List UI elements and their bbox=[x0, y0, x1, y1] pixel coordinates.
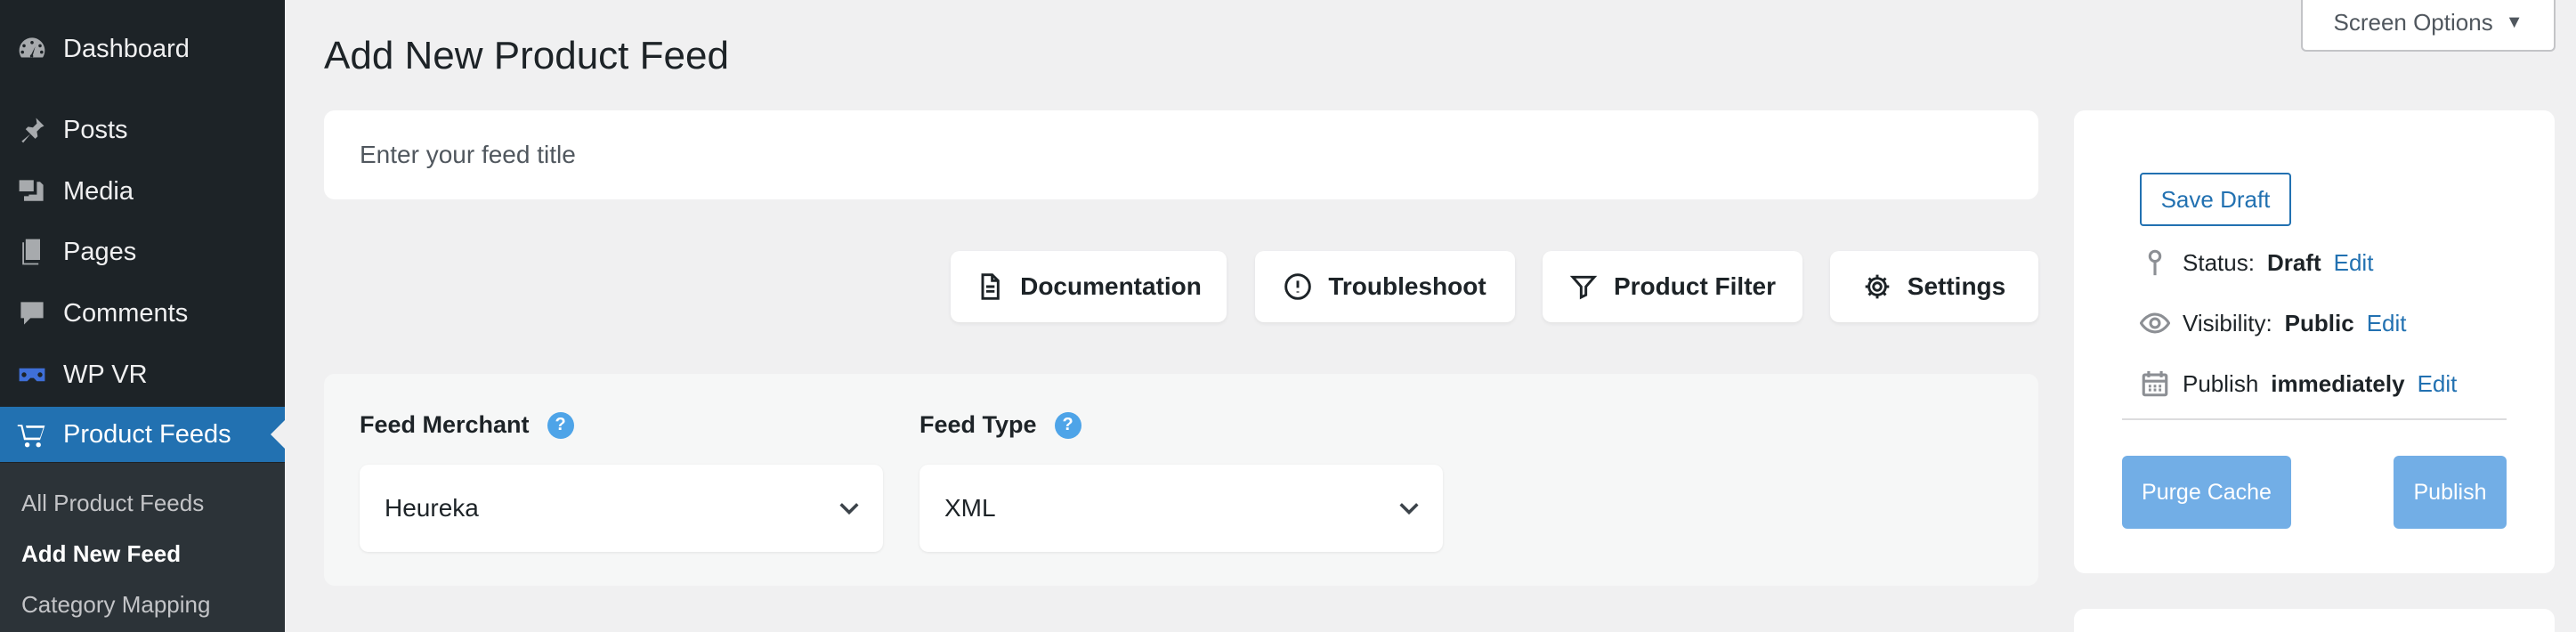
feed-merchant-value: Heureka bbox=[385, 494, 479, 522]
sidebar-item-label: Product Feeds bbox=[63, 419, 231, 449]
secondary-meta-box bbox=[2074, 609, 2555, 632]
calendar-icon bbox=[2142, 370, 2168, 397]
help-icon[interactable]: ? bbox=[547, 411, 574, 439]
pages-icon bbox=[13, 233, 51, 271]
sidebar-item-pages[interactable]: Pages bbox=[0, 224, 285, 280]
visibility-row: Visibility: Public Edit bbox=[2140, 308, 2407, 338]
sidebar-item-media[interactable]: Media bbox=[0, 164, 285, 219]
pin-icon bbox=[13, 111, 51, 149]
edit-status-link[interactable]: Edit bbox=[2334, 249, 2374, 277]
documentation-button[interactable]: Documentation bbox=[951, 251, 1227, 322]
pin-icon bbox=[2148, 249, 2162, 276]
admin-sidebar: Dashboard Posts Media Pages Comments WP … bbox=[0, 0, 285, 632]
feed-type-label-text: Feed Type bbox=[919, 411, 1037, 438]
documentation-label: Documentation bbox=[1020, 272, 1202, 300]
sidebar-item-product-feeds[interactable]: Product Feeds bbox=[0, 407, 285, 462]
settings-button[interactable]: Settings bbox=[1830, 251, 2038, 322]
troubleshoot-label: Troubleshoot bbox=[1328, 272, 1486, 300]
eye-icon bbox=[2140, 312, 2170, 334]
screen-options-label: Screen Options bbox=[2333, 8, 2493, 36]
submenu-all-product-feeds[interactable]: All Product Feeds bbox=[21, 490, 204, 517]
feed-type-label: Feed Type ? bbox=[919, 411, 1081, 439]
sidebar-item-label: Comments bbox=[63, 298, 189, 328]
status-value: Draft bbox=[2266, 248, 2321, 276]
sidebar-item-comments[interactable]: Comments bbox=[0, 286, 285, 341]
feed-merchant-label: Feed Merchant ? bbox=[360, 411, 574, 439]
gear-icon bbox=[1865, 274, 1890, 299]
alert-circle-icon bbox=[1284, 273, 1312, 300]
page-title: Add New Product Feed bbox=[324, 34, 729, 77]
status-row: Status: Draft Edit bbox=[2140, 247, 2373, 278]
sidebar-item-label: Posts bbox=[63, 115, 128, 144]
sidebar-submenu: All Product Feeds Add New Feed Category … bbox=[0, 463, 285, 632]
settings-label: Settings bbox=[1907, 272, 2006, 300]
product-filter-label: Product Filter bbox=[1613, 272, 1776, 300]
media-icon bbox=[13, 173, 51, 210]
product-filter-button[interactable]: Product Filter bbox=[1543, 251, 1802, 322]
feed-type-select[interactable]: XML bbox=[919, 465, 1443, 552]
feed-merchant-label-text: Feed Merchant bbox=[360, 411, 530, 438]
chevron-down-icon bbox=[1397, 496, 1422, 521]
save-draft-button[interactable]: Save Draft bbox=[2140, 173, 2291, 226]
purge-cache-button[interactable]: Purge Cache bbox=[2122, 456, 2291, 529]
publish-time-row: Publish immediately Edit bbox=[2140, 369, 2457, 399]
cart-icon bbox=[13, 416, 51, 453]
sidebar-item-label: WP VR bbox=[63, 360, 148, 389]
filter-icon bbox=[1569, 275, 1598, 300]
publish-divider bbox=[2122, 418, 2507, 420]
status-label: Status: bbox=[2183, 248, 2255, 276]
publish-button[interactable]: Publish bbox=[2394, 456, 2507, 529]
triangle-down-icon: ▼ bbox=[2505, 12, 2523, 32]
sidebar-item-label: Media bbox=[63, 176, 134, 206]
feed-merchant-select[interactable]: Heureka bbox=[360, 465, 883, 552]
edit-visibility-link[interactable]: Edit bbox=[2367, 310, 2407, 337]
troubleshoot-button[interactable]: Troubleshoot bbox=[1255, 251, 1515, 322]
publish-time-value: immediately bbox=[2271, 369, 2405, 397]
sidebar-item-posts[interactable]: Posts bbox=[0, 102, 285, 158]
screen-options-button[interactable]: Screen Options ▼ bbox=[2301, 0, 2556, 52]
sidebar-item-label: Pages bbox=[63, 237, 137, 266]
comment-icon bbox=[13, 295, 51, 332]
edit-publish-time-link[interactable]: Edit bbox=[2418, 370, 2458, 398]
publish-label: Publish bbox=[2183, 369, 2259, 397]
document-icon bbox=[981, 273, 1000, 300]
visibility-label: Visibility: bbox=[2183, 309, 2272, 336]
sidebar-item-label: Dashboard bbox=[63, 34, 190, 63]
vr-icon bbox=[13, 356, 51, 393]
sidebar-item-wp-vr[interactable]: WP VR bbox=[0, 347, 285, 402]
help-icon[interactable]: ? bbox=[1054, 411, 1081, 439]
current-menu-arrow bbox=[271, 420, 285, 449]
visibility-value: Public bbox=[2284, 309, 2354, 336]
feed-title-input[interactable] bbox=[324, 110, 2038, 199]
dashboard-icon bbox=[13, 30, 51, 68]
feed-type-value: XML bbox=[944, 494, 996, 522]
chevron-down-icon bbox=[837, 496, 862, 521]
submenu-add-new-feed[interactable]: Add New Feed bbox=[21, 540, 181, 568]
sidebar-item-dashboard[interactable]: Dashboard bbox=[0, 21, 285, 77]
submenu-category-mapping[interactable]: Category Mapping bbox=[21, 591, 210, 619]
